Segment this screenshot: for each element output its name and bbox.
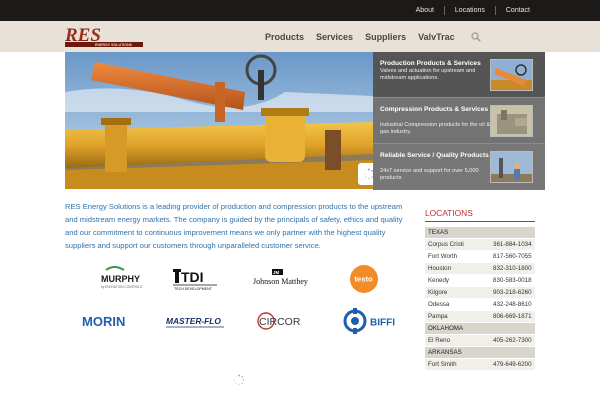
top-link-locations[interactable]: Locations [445,7,495,14]
slide-desc: Valves and actuation for upstream and mi… [380,68,476,81]
location-phone[interactable]: 903-218-6260 [493,289,535,296]
slide-desc: Industrial Compression products for the … [380,122,491,135]
location-city: Fort Worth [428,253,458,260]
location-row: El Reno 405-262-7300 [425,335,535,347]
intro-text: RES Energy Solutions is a leading provid… [65,202,403,250]
locations-table: TEXAS Corpus Cristi 361-884-1034 Fort Wor… [425,227,535,371]
slide-thumb-compression [490,105,533,137]
site-header: RES ENERGY SOLUTIONS Products Services S… [0,21,600,52]
brand-sub: TECH DEVELOPMENT [174,287,213,291]
top-link-about[interactable]: About [406,7,444,14]
brand-name: MORIN [82,314,125,329]
testo-logo[interactable]: testo [347,262,381,296]
location-row: Odessa 432-248-8610 [425,299,535,311]
top-link-contact[interactable]: Contact [496,7,540,14]
locations-title: LOCATIONS [425,208,473,218]
location-phone[interactable]: 817-560-7055 [493,253,535,260]
slide-title: Compression Products & Services [380,106,489,113]
loading-spinner-icon [233,374,245,386]
location-city: Kilgore [428,289,448,296]
supplier-logos: MURPHY by ENOVATION CONTROLS TDI TECH DE… [65,262,405,342]
location-phone[interactable]: 432-248-8610 [493,301,535,308]
location-city: Pampa [428,313,448,320]
state-header-texas: TEXAS [425,227,535,239]
location-city: Houston [428,265,452,272]
location-phone[interactable]: 479-649-6200 [493,361,535,368]
top-links: About Locations Contact [406,0,540,21]
slide-thumb-service [490,151,533,183]
logo-subtext: ENERGY SOLUTIONS [95,43,133,47]
state-label: ARKANSAS [428,349,462,356]
tdi-logo[interactable]: TDI TECH DEVELOPMENT [165,264,227,294]
location-city: Corpus Cristi [428,241,464,248]
johnson-matthey-logo[interactable]: JM Johnson Matthey [247,264,317,294]
nav-valvtrac[interactable]: ValvTrac [418,32,455,42]
location-row: Fort Worth 817-560-7055 [425,251,535,263]
slide-compression[interactable]: Compression Products & Services Industri… [373,98,545,144]
location-row: Kenedy 830-583-0018 [425,275,535,287]
top-bar: About Locations Contact [0,0,600,21]
brand-name: testo [355,275,374,284]
slide-title: Production Products & Services [380,60,481,67]
state-header-arkansas: ARKANSAS [425,347,535,359]
loading-spinner-icon [358,163,373,185]
hero-image[interactable] [65,52,373,189]
slide-title: Reliable Service / Quality Products [380,152,489,159]
search-icon[interactable] [470,31,481,42]
pipeline-photo [65,52,373,189]
murphy-logo[interactable]: MURPHY by ENOVATION CONTROLS [80,264,150,294]
location-city: Fort Smith [428,361,457,368]
brand-name: TDI [181,269,204,285]
location-row: Fort Smith 479-649-6200 [425,359,535,371]
slide-thumb-production [490,59,533,91]
brand-sub: by ENOVATION CONTROLS [101,285,142,289]
brand-name: Johnson Matthey [253,277,308,286]
main-nav: Products Services Suppliers ValvTrac [265,21,481,52]
brand-name: CIRCOR [259,316,301,328]
brand-name: MURPHY [101,274,140,284]
res-logo[interactable]: RES ENERGY SOLUTIONS [65,26,145,48]
morin-logo[interactable]: MORIN [75,306,145,336]
slide-production[interactable]: Production Products & Services Valves an… [373,52,545,98]
circor-logo[interactable]: CIRCOR [250,306,316,336]
location-phone[interactable]: 405-262-7300 [493,337,535,344]
brand-name: MASTER-FLO [166,316,221,326]
brand-name: BIFFI [370,318,395,329]
location-city: El Reno [428,337,451,344]
location-row: Houston 832-310-1800 [425,263,535,275]
location-phone[interactable]: 830-583-0018 [493,277,535,284]
state-header-oklahoma: OKLAHOMA [425,323,535,335]
nav-suppliers[interactable]: Suppliers [365,32,406,42]
location-city: Kenedy [428,277,449,284]
state-label: OKLAHOMA [428,325,464,332]
location-row: Corpus Cristi 361-884-1034 [425,239,535,251]
nav-products[interactable]: Products [265,32,304,42]
slide-desc: 24x7 service and support for over 5,000 … [380,168,479,181]
master-flo-logo[interactable]: MASTER-FLO [160,306,232,336]
slide-service[interactable]: Reliable Service / Quality Products 24x7… [373,144,545,190]
location-phone[interactable]: 832-310-1800 [493,265,535,272]
nav-services[interactable]: Services [316,32,353,42]
location-city: Odessa [428,301,450,308]
biffi-logo[interactable]: BIFFI [340,306,402,336]
location-phone[interactable]: 361-884-1034 [493,241,535,248]
state-label: TEXAS [428,229,449,236]
location-row: Kilgore 903-218-6260 [425,287,535,299]
slide-panel: Production Products & Services Valves an… [373,52,545,190]
location-phone[interactable]: 806-669-1871 [493,313,535,320]
brand-sub: JM [273,270,279,275]
location-row: Pampa 806-669-1871 [425,311,535,323]
locations-divider [425,221,535,222]
